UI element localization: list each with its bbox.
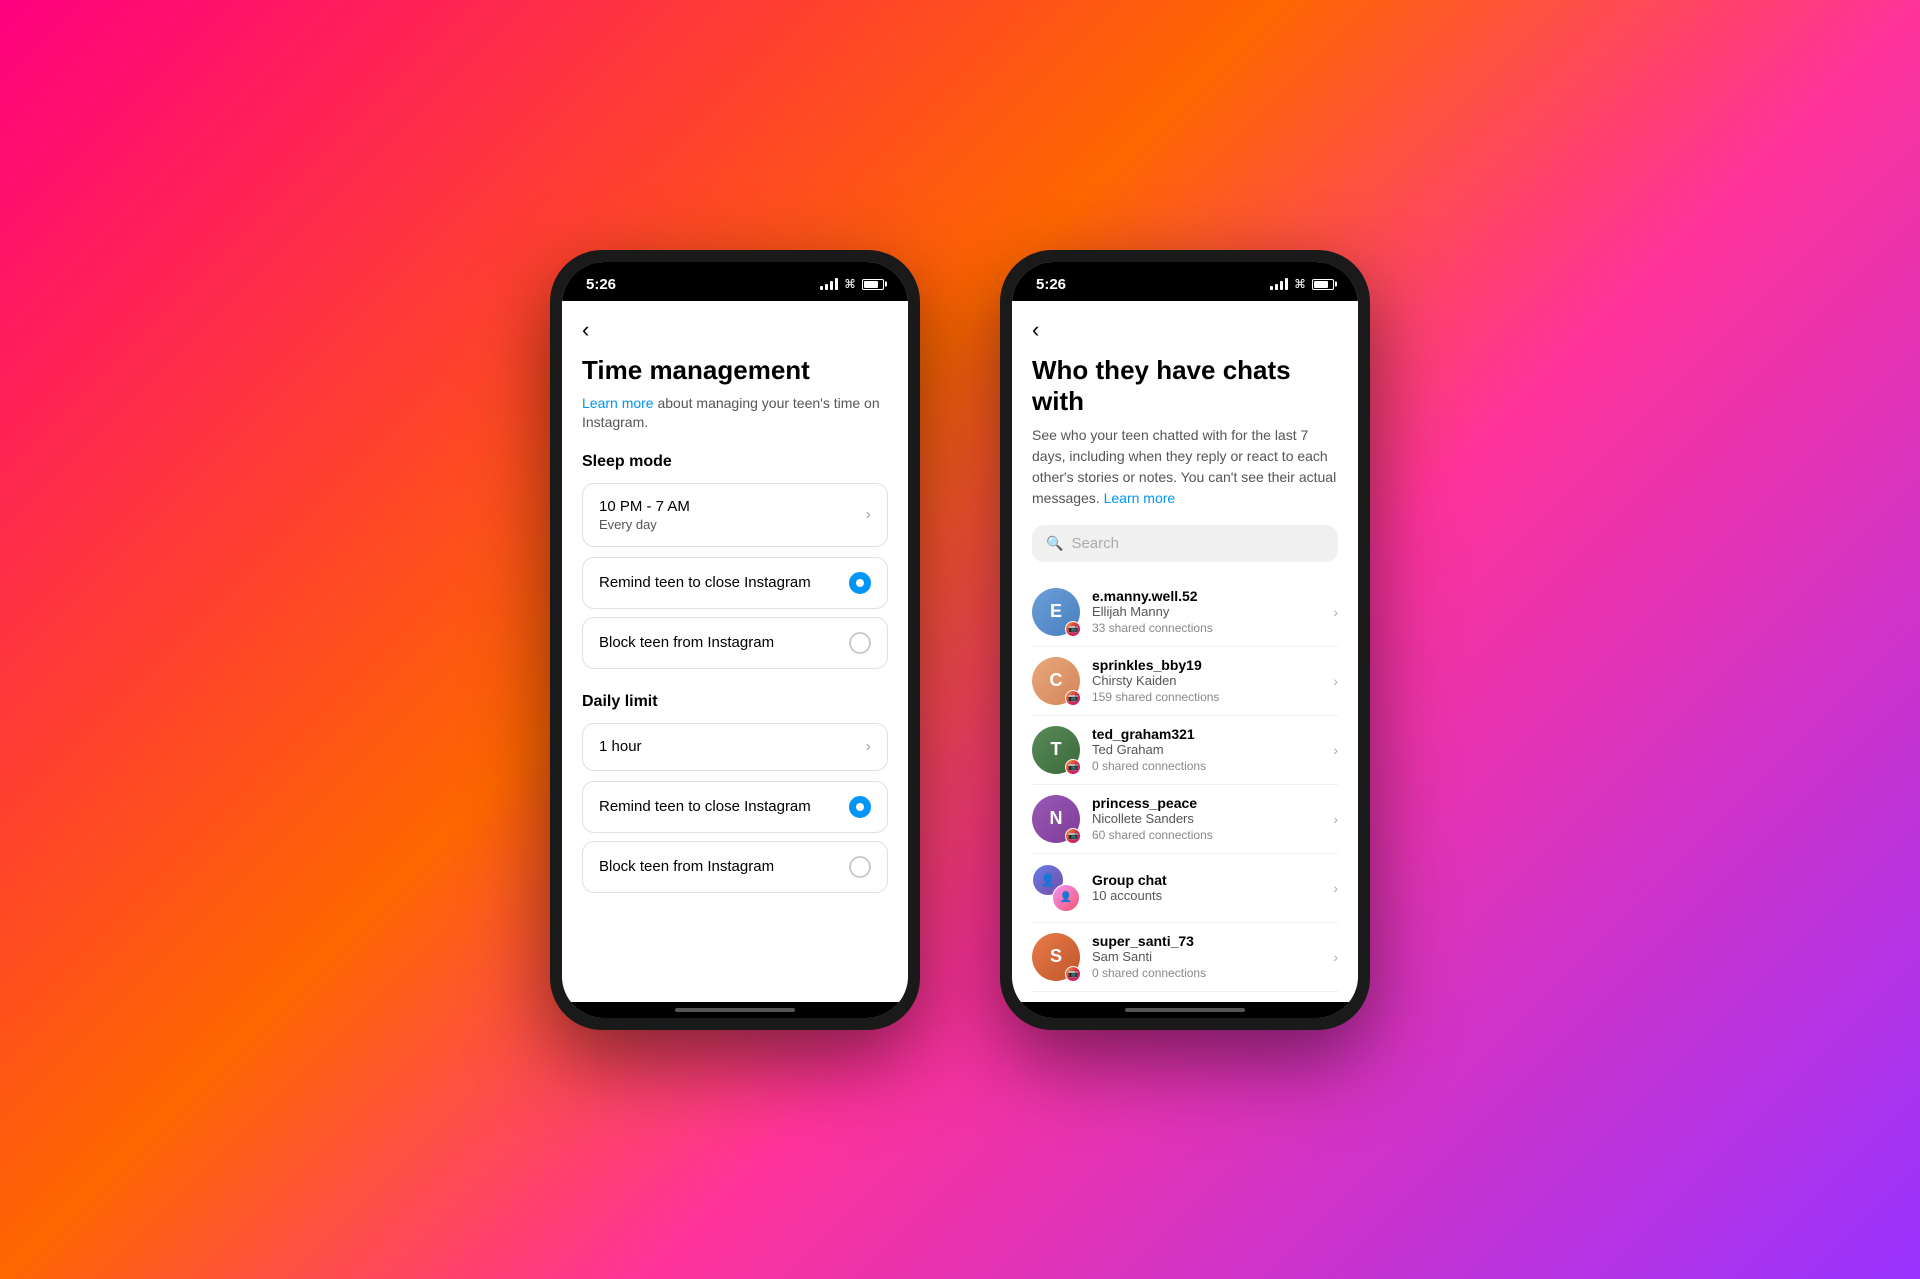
status-bar-right: 5:26 ⌘ <box>1012 262 1358 301</box>
daily-limit-card[interactable]: 1 hour › <box>582 723 888 771</box>
chat-info-santi: super_santi_73 Sam Santi 0 shared connec… <box>1092 933 1321 980</box>
chat-info-ted: ted_graham321 Ted Graham 0 shared connec… <box>1092 726 1321 773</box>
username-princess: princess_peace <box>1092 795 1321 811</box>
chat-item-emanny[interactable]: E 📷 e.manny.well.52 Ellijah Manny 33 sha… <box>1032 578 1338 647</box>
sleep-block-radio[interactable] <box>849 632 871 654</box>
daily-block-radio[interactable] <box>849 856 871 878</box>
learn-more-text-left: Learn more about managing your teen's ti… <box>582 394 888 433</box>
connections-sprinkles: 159 shared connections <box>1092 690 1321 704</box>
sleep-card-chevron: › <box>866 506 871 524</box>
realname-sprinkles: Chirsty Kaiden <box>1092 673 1321 688</box>
status-icons-right: ⌘ <box>1270 277 1334 291</box>
username-ted: ted_graham321 <box>1092 726 1321 742</box>
ig-badge-santi: 📷 <box>1065 966 1081 982</box>
ig-badge-emanny: 📷 <box>1065 621 1081 637</box>
screen-content-left: ‹ Time management Learn more about manag… <box>562 301 908 1002</box>
status-bar-left: 5:26 ⌘ <box>562 262 908 301</box>
signal-icon-right <box>1270 278 1288 290</box>
username-emanny: e.manny.well.52 <box>1092 588 1321 604</box>
connections-princess: 60 shared connections <box>1092 828 1321 842</box>
sleep-remind-label: Remind teen to close Instagram <box>599 574 811 591</box>
sleep-remind-option[interactable]: Remind teen to close Instagram <box>582 557 888 609</box>
avatar-wrap-sprinkles: C 📷 <box>1032 657 1080 705</box>
description-text: See who your teen chatted with for the l… <box>1032 427 1336 506</box>
status-time-left: 5:26 <box>586 276 616 293</box>
avatar-wrap-princess: N 📷 <box>1032 795 1080 843</box>
signal-icon <box>820 278 838 290</box>
status-time-right: 5:26 <box>1036 276 1066 293</box>
learn-more-link-left[interactable]: Learn more <box>582 395 654 411</box>
realname-princess: Nicollete Sanders <box>1092 811 1321 826</box>
group-avatars: 👤 👤 <box>1032 864 1080 912</box>
learn-more-link-right[interactable]: Learn more <box>1104 490 1176 506</box>
home-indicator-left <box>562 1002 908 1018</box>
avatar-wrap-emanny: E 📷 <box>1032 588 1080 636</box>
page-description-right: See who your teen chatted with for the l… <box>1032 425 1338 509</box>
chat-item-sprinkles[interactable]: C 📷 sprinkles_bby19 Chirsty Kaiden 159 s… <box>1032 647 1338 716</box>
avatar-wrap-santi: S 📷 <box>1032 933 1080 981</box>
connections-ted: 0 shared connections <box>1092 759 1321 773</box>
connections-santi: 0 shared connections <box>1092 966 1321 980</box>
ig-badge-princess: 📷 <box>1065 828 1081 844</box>
username-group: Group chat <box>1092 872 1321 888</box>
chat-item-group[interactable]: 👤 👤 Group chat 10 accounts › <box>1032 854 1338 923</box>
search-placeholder: Search <box>1071 535 1119 552</box>
phone-right: 5:26 ⌘ ‹ Who they have chats with See wh… <box>1000 250 1370 1030</box>
sleep-remind-radio[interactable] <box>849 572 871 594</box>
page-title-left: Time management <box>582 355 888 386</box>
home-indicator-right <box>1012 1002 1358 1018</box>
chevron-emanny: › <box>1333 604 1338 620</box>
chevron-group: › <box>1333 880 1338 896</box>
sleep-time-range: 10 PM - 7 AM <box>599 498 690 515</box>
search-icon: 🔍 <box>1046 535 1063 552</box>
daily-block-label: Block teen from Instagram <box>599 858 774 875</box>
ig-badge-sprinkles: 📷 <box>1065 690 1081 706</box>
chat-info-group: Group chat 10 accounts <box>1092 872 1321 903</box>
sleep-block-label: Block teen from Instagram <box>599 634 774 651</box>
battery-icon-right <box>1312 279 1334 290</box>
wifi-icon-right: ⌘ <box>1294 277 1306 291</box>
chat-item-santi[interactable]: S 📷 super_santi_73 Sam Santi 0 shared co… <box>1032 923 1338 992</box>
back-button-right[interactable]: ‹ <box>1032 317 1338 343</box>
realname-ted: Ted Graham <box>1092 742 1321 757</box>
realname-emanny: Ellijah Manny <box>1092 604 1321 619</box>
daily-limit-label: Daily limit <box>582 693 888 711</box>
connections-emanny: 33 shared connections <box>1092 621 1321 635</box>
sleep-mode-label: Sleep mode <box>582 453 888 471</box>
chevron-princess: › <box>1333 811 1338 827</box>
chat-item-princess[interactable]: N 📷 princess_peace Nicollete Sanders 60 … <box>1032 785 1338 854</box>
daily-remind-label: Remind teen to close Instagram <box>599 798 811 815</box>
sleep-block-option[interactable]: Block teen from Instagram <box>582 617 888 669</box>
daily-block-option[interactable]: Block teen from Instagram <box>582 841 888 893</box>
page-title-right: Who they have chats with <box>1032 355 1338 417</box>
chat-info-princess: princess_peace Nicollete Sanders 60 shar… <box>1092 795 1321 842</box>
avatar-wrap-ted: T 📷 <box>1032 726 1080 774</box>
search-bar[interactable]: 🔍 Search <box>1032 525 1338 562</box>
username-sprinkles: sprinkles_bby19 <box>1092 657 1321 673</box>
daily-limit-chevron: › <box>866 738 871 756</box>
sleep-frequency: Every day <box>599 517 690 532</box>
chat-info-emanny: e.manny.well.52 Ellijah Manny 33 shared … <box>1092 588 1321 635</box>
group-avatar-2: 👤 <box>1052 884 1080 912</box>
chevron-ted: › <box>1333 742 1338 758</box>
chat-info-sprinkles: sprinkles_bby19 Chirsty Kaiden 159 share… <box>1092 657 1321 704</box>
realname-santi: Sam Santi <box>1092 949 1321 964</box>
realname-group: 10 accounts <box>1092 888 1321 903</box>
back-button-left[interactable]: ‹ <box>582 317 888 343</box>
wifi-icon: ⌘ <box>844 277 856 291</box>
chevron-santi: › <box>1333 949 1338 965</box>
sleep-schedule-card[interactable]: 10 PM - 7 AM Every day › <box>582 483 888 547</box>
screen-content-right: ‹ Who they have chats with See who your … <box>1012 301 1358 1002</box>
daily-limit-value: 1 hour <box>599 738 642 755</box>
daily-remind-option[interactable]: Remind teen to close Instagram <box>582 781 888 833</box>
status-icons-left: ⌘ <box>820 277 884 291</box>
username-santi: super_santi_73 <box>1092 933 1321 949</box>
ig-badge-ted: 📷 <box>1065 759 1081 775</box>
battery-icon <box>862 279 884 290</box>
chevron-sprinkles: › <box>1333 673 1338 689</box>
daily-remind-radio[interactable] <box>849 796 871 818</box>
chat-item-ted[interactable]: T 📷 ted_graham321 Ted Graham 0 shared co… <box>1032 716 1338 785</box>
phone-left: 5:26 ⌘ ‹ Time management Learn more <box>550 250 920 1030</box>
